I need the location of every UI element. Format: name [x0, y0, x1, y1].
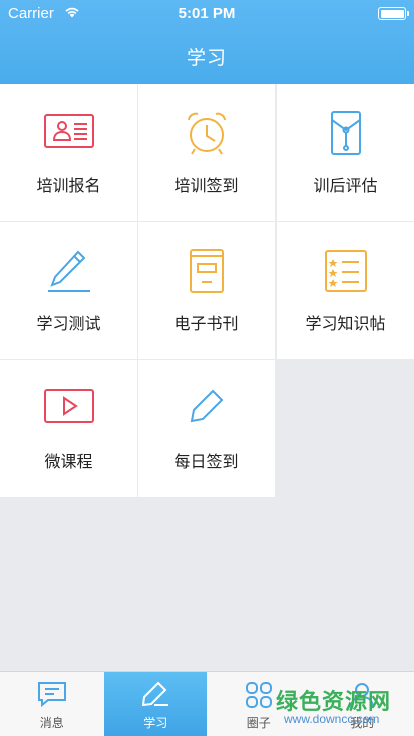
header: Carrier 5:01 PM 学习	[0, 0, 414, 84]
pencil-icon	[190, 389, 223, 423]
grid-item-label: 学习知识帖	[305, 314, 386, 333]
envelope-icon	[330, 111, 361, 155]
grid-item-ebooks[interactable]: 电子书刊	[138, 222, 275, 359]
id-card-icon	[43, 114, 94, 148]
page-title: 学习	[186, 47, 227, 69]
grid-item-label: 培训签到	[174, 176, 239, 195]
watermark: 绿色资源网 www.downcc.com	[276, 682, 414, 736]
grid-item-label: 培训报名	[36, 176, 101, 195]
grid-item-label: 学习测试	[36, 314, 101, 333]
tab-study[interactable]: 学习	[103, 672, 207, 736]
study-icon	[142, 681, 169, 707]
status-bar: Carrier 5:01 PM	[0, 0, 414, 28]
tab-label: 消息	[39, 716, 64, 730]
grid-item-label: 微课程	[44, 452, 93, 471]
book-icon	[189, 249, 224, 293]
list-icon	[324, 250, 367, 292]
pen-icon	[47, 250, 90, 292]
grid-item-learning-test[interactable]: 学习测试	[0, 222, 137, 359]
grid-item-training-checkin[interactable]: 培训签到	[138, 84, 275, 221]
clock: 5:01 PM	[178, 5, 236, 22]
grid-item-label: 电子书刊	[174, 314, 239, 333]
grid-item-training-signup[interactable]: 培训报名	[0, 84, 137, 221]
tab-label: 学习	[143, 716, 168, 730]
alarm-clock-icon	[187, 112, 226, 155]
grid-item-label: 每日签到	[174, 452, 239, 471]
grid-item-label: 训后评估	[313, 176, 378, 195]
grid-item-knowledge-posts[interactable]: 学习知识帖	[277, 222, 414, 359]
grid-item-daily-checkin[interactable]: 每日签到	[138, 360, 275, 497]
tab-messages[interactable]: 消息	[0, 672, 104, 736]
circles-icon	[245, 682, 272, 708]
message-icon	[37, 682, 66, 708]
grid-item-post-training-evaluation[interactable]: 训后评估	[277, 84, 414, 221]
video-play-icon	[43, 389, 94, 423]
grid-item-micro-course[interactable]: 微课程	[0, 360, 137, 497]
watermark-url: www.downcc.com	[284, 712, 380, 726]
battery-icon	[378, 7, 409, 20]
